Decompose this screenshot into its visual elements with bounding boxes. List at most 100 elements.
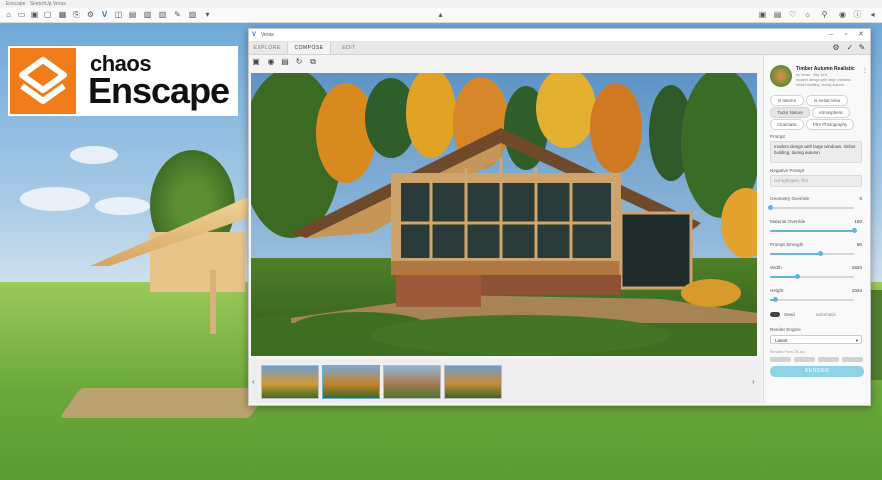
window-title: Veras — [261, 32, 274, 38]
thumbnail-strip: ‹ › — [249, 359, 761, 403]
chip-cinematic[interactable]: Cinematic — [770, 119, 804, 130]
chevron-right-icon[interactable]: › — [752, 377, 755, 386]
more-icon[interactable]: ⋮ — [862, 67, 868, 74]
refresh-icon[interactable]: ↻ — [294, 57, 304, 67]
compose-toolbar: ▣ ◉ ▤ ↻ ⧉ — [249, 55, 761, 69]
tab-compose[interactable]: COMPOSE — [287, 42, 331, 54]
render-thumbnail[interactable] — [322, 365, 380, 399]
renders-label: Renders From 28 Jan — [770, 350, 805, 354]
image-export-icon[interactable]: ▤ — [773, 10, 782, 19]
close-icon[interactable]: ✕ — [854, 29, 868, 41]
chevron-down-icon[interactable]: ▾ — [203, 10, 212, 19]
height-label: Height — [770, 288, 784, 293]
prompt-strength-value[interactable]: 60 — [836, 241, 862, 249]
negative-prompt-label: Negative Prompt — [770, 168, 805, 173]
preset-subtitle: by Veras · Sky 16:9 — [796, 73, 828, 77]
window-title-bar: V Veras – ▫ ✕ — [249, 29, 870, 42]
material-override-slider[interactable] — [770, 228, 857, 233]
width-value[interactable]: 1824 — [836, 264, 862, 272]
material-override-label: Material Override — [770, 219, 806, 224]
render-thumbnail[interactable] — [383, 365, 441, 399]
info-icon[interactable]: ⓘ — [853, 10, 862, 19]
brush-icon[interactable]: ✎ — [173, 10, 182, 19]
slider-knob[interactable] — [768, 205, 773, 210]
settings-panel: Timber Autumn Realistic by Veras · Sky 1… — [763, 55, 870, 403]
enscape-logo-mark — [10, 48, 76, 114]
render-engine-select[interactable]: Latest ▾ — [770, 335, 862, 344]
image-icon[interactable]: ▤ — [280, 57, 290, 67]
copy-icon[interactable]: ⧉ — [308, 57, 318, 67]
progress-segment — [794, 357, 815, 362]
slider-knob[interactable] — [773, 297, 779, 302]
preset-subtitle: modern design with large windows — [796, 78, 851, 82]
height-value[interactable]: 1024 — [836, 287, 862, 295]
cloud — [70, 146, 118, 164]
render-preview[interactable] — [251, 73, 757, 356]
chevron-down-icon: ▾ — [855, 338, 858, 343]
geometry-override-label: Geometry Override — [770, 196, 810, 201]
chip-is-aerial-view[interactable]: Is Aerial View — [806, 95, 848, 106]
material-override-value[interactable]: 100 — [836, 218, 862, 226]
screen-icon[interactable]: ▢ — [43, 10, 52, 19]
save-icon[interactable]: ▣ — [30, 10, 39, 19]
chevron-up-icon[interactable]: ▴ — [436, 10, 445, 19]
width-slider[interactable] — [770, 274, 854, 279]
render-thumbnail[interactable] — [444, 365, 502, 399]
preset-thumbnail[interactable] — [770, 65, 792, 87]
geometry-override-value[interactable]: 0 — [836, 195, 862, 203]
minimize-icon[interactable]: – — [824, 29, 838, 41]
user-icon[interactable]: ⚲ — [820, 10, 829, 19]
preset-subtitle: timber building, during autumn — [796, 83, 845, 87]
slider-knob[interactable] — [818, 251, 824, 256]
eye-icon[interactable]: ◉ — [838, 10, 847, 19]
render-button[interactable]: RENDER — [770, 366, 864, 377]
image-icon[interactable]: ▤ — [128, 10, 137, 19]
check-icon[interactable]: ✓ — [845, 43, 855, 53]
arrow-left-icon[interactable]: ◂ — [868, 10, 877, 19]
share-icon[interactable]: ⎘ — [72, 10, 81, 19]
home-icon[interactable]: ⌂ — [4, 10, 13, 19]
chevron-left-icon[interactable]: ‹ — [252, 377, 255, 386]
height-slider[interactable] — [770, 297, 854, 302]
maximize-icon[interactable]: ▫ — [839, 29, 853, 41]
width-label: Width — [770, 265, 782, 270]
chip-tudor-nature[interactable]: Tudor Nature — [770, 107, 810, 118]
folder-icon[interactable]: ▭ — [17, 10, 26, 19]
grid-icon[interactable]: ▦ — [58, 10, 67, 19]
layers-icon[interactable]: ▥ — [158, 10, 167, 19]
seed-value: automatic — [816, 312, 836, 317]
slider-knob[interactable] — [794, 274, 800, 279]
seed-toggle[interactable] — [770, 312, 780, 317]
slider-knob[interactable] — [852, 228, 857, 233]
brand-enscape: Enscape — [88, 70, 230, 111]
chip-atmospheric[interactable]: Atmospheric — [812, 107, 850, 118]
progress-segment — [842, 357, 863, 362]
viewport-post — [210, 270, 216, 334]
negative-prompt-input[interactable]: not lightspire, film — [770, 175, 862, 187]
camera-icon[interactable]: ◫ — [114, 10, 123, 19]
veras-icon[interactable]: V — [100, 10, 109, 19]
cloud — [95, 197, 150, 215]
render-thumbnail[interactable] — [261, 365, 319, 399]
eye-icon[interactable]: ◉ — [266, 57, 276, 67]
geometry-override-slider[interactable] — [768, 205, 854, 210]
progress-segment — [770, 357, 791, 362]
tab-explore[interactable]: EXPLORE — [249, 42, 285, 54]
seed-label: Seed — [784, 312, 795, 317]
picture-icon[interactable]: ▧ — [143, 10, 152, 19]
sun-icon[interactable]: ☼ — [803, 10, 812, 19]
gear-icon[interactable]: ⚙ — [831, 43, 841, 53]
prompt-strength-slider[interactable] — [770, 251, 854, 256]
heart-icon[interactable]: ♡ — [788, 10, 797, 19]
edit-icon[interactable]: ✎ — [857, 43, 867, 53]
prompt-input[interactable]: modern design with large windows, timber… — [770, 141, 862, 163]
tab-edit[interactable]: EDIT — [331, 42, 367, 54]
chip-film-photography[interactable]: Film Photography — [806, 119, 854, 130]
render-icon[interactable]: ▨ — [188, 10, 197, 19]
chip-is-interior[interactable]: Is Interior — [770, 95, 804, 106]
capture-icon[interactable]: ▣ — [758, 10, 767, 19]
render-engine-value: Latest — [775, 338, 788, 343]
save-icon[interactable]: ▣ — [251, 57, 261, 67]
settings-icon[interactable]: ⚙ — [86, 10, 95, 19]
veras-icon: V — [252, 32, 257, 38]
